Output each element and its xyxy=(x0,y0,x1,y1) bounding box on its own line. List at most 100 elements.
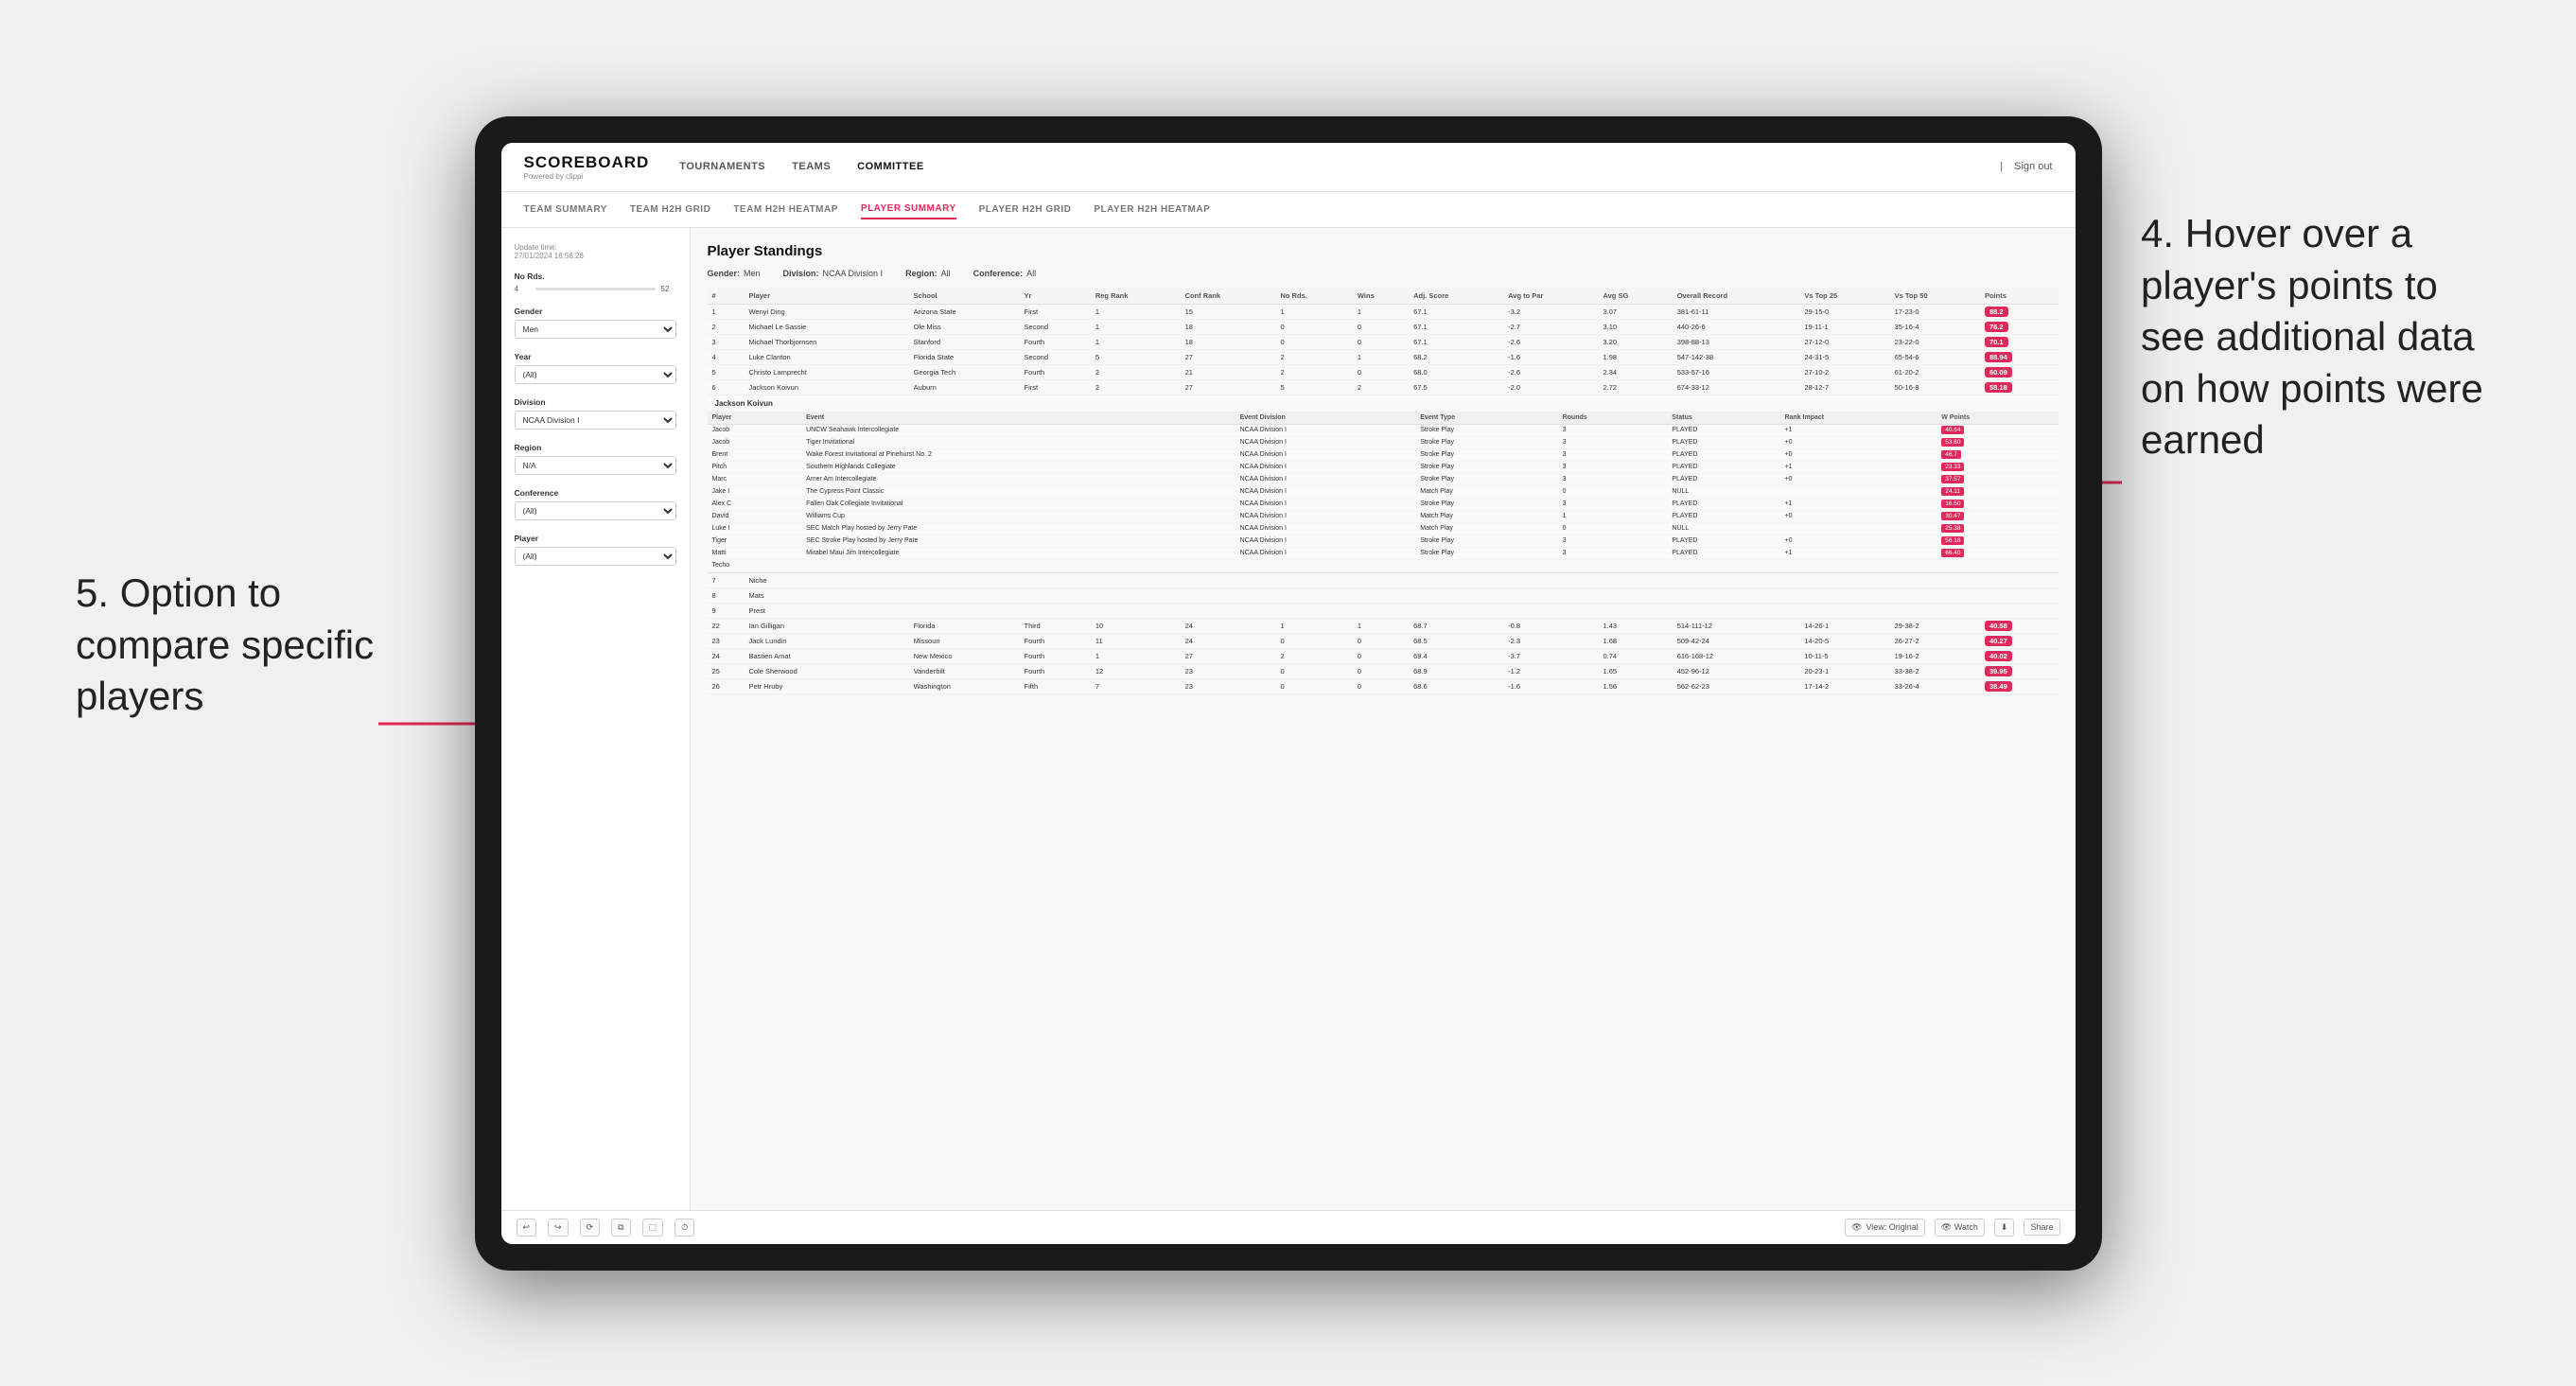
table-row: 6 Jackson Koivun Auburn First 2 27 5 2 6… xyxy=(708,379,2059,395)
right-panel: Player Standings Gender: Men Division: N… xyxy=(691,228,2076,1210)
points-badge[interactable]: 88.94 xyxy=(1985,352,2012,362)
nav-links: TOURNAMENTS TEAMS COMMITTEE xyxy=(679,157,2000,176)
sign-out-link[interactable]: Sign out xyxy=(2014,161,2052,172)
col-yr: Yr xyxy=(1020,288,1091,305)
year-select[interactable]: (All) xyxy=(515,365,676,384)
filter-conference: Conference: All xyxy=(973,269,1037,278)
col-to-par: Avg to Par xyxy=(1503,288,1598,305)
range-row: 4 52 xyxy=(515,285,676,293)
col-num: # xyxy=(708,288,745,305)
annotation-4: 4. Hover over a player's points to see a… xyxy=(2141,208,2500,466)
filters-row: Gender: Men Division: NCAA Division I Re… xyxy=(708,269,2059,278)
tablet-frame: SCOREBOARD Powered by clippi TOURNAMENTS… xyxy=(475,116,2102,1271)
sub-nav-player-summary[interactable]: PLAYER SUMMARY xyxy=(861,200,956,219)
annotation-5: 5. Option to compare specific players xyxy=(76,568,397,723)
sub-nav-team-h2h-heatmap[interactable]: TEAM H2H HEATMAP xyxy=(733,201,838,219)
paste-button[interactable]: ⬚ xyxy=(642,1219,664,1237)
points-badge[interactable]: 70.1 xyxy=(1985,337,2008,347)
division-select[interactable]: NCAA Division I xyxy=(515,411,676,430)
range-slider[interactable] xyxy=(535,288,656,290)
sidebar: Update time: 27/01/2024 16:56:26 No Rds.… xyxy=(501,228,691,1210)
region-label: Region xyxy=(515,443,676,452)
watch-icon: 👁 xyxy=(1941,1222,1952,1232)
table-header-row: # Player School Yr Reg Rank Conf Rank No… xyxy=(708,288,2059,305)
logo-area: SCOREBOARD Powered by clippi xyxy=(524,153,650,181)
tooltip-header-row: Jackson Koivun Player Event Event Divisi… xyxy=(708,395,2059,572)
table-row: 23 Jack Lundin Missouri Fourth 11 24 0 0… xyxy=(708,633,2059,648)
nav-tournaments[interactable]: TOURNAMENTS xyxy=(679,157,765,176)
col-overall: Overall Record xyxy=(1673,288,1800,305)
range-max: 52 xyxy=(661,285,676,293)
region-section: Region N/A xyxy=(515,443,676,475)
col-adj-score: Adj. Score xyxy=(1409,288,1503,305)
table-row: 7 Niche xyxy=(708,572,2059,588)
col-player: Player xyxy=(744,288,908,305)
col-vs-top50: Vs Top 50 xyxy=(1890,288,1980,305)
nav-committee[interactable]: COMMITTEE xyxy=(857,157,924,176)
sub-nav-team-h2h-grid[interactable]: TEAM H2H GRID xyxy=(630,201,710,219)
download-button[interactable]: ⬇ xyxy=(1994,1219,2015,1237)
view-button[interactable]: 👁 View: Original xyxy=(1845,1219,1925,1237)
top-nav: SCOREBOARD Powered by clippi TOURNAMENTS… xyxy=(501,143,2076,192)
points-badge[interactable]: 58.18 xyxy=(1985,382,2012,393)
filter-region: Region: All xyxy=(905,269,951,278)
no-rds-section: No Rds. 4 52 xyxy=(515,272,676,293)
no-rds-label: No Rds. xyxy=(515,272,676,281)
table-row: 5 Christo Lamprecht Georgia Tech Fourth … xyxy=(708,364,2059,379)
sub-nav-player-h2h-grid[interactable]: PLAYER H2H GRID xyxy=(979,201,1072,219)
points-badge[interactable]: 39.95 xyxy=(1985,666,2012,676)
nav-teams[interactable]: TEAMS xyxy=(792,157,831,176)
table-row: 22 Ian Gilligan Florida Third 10 24 1 1 … xyxy=(708,618,2059,633)
col-conf-rank: Conf Rank xyxy=(1181,288,1276,305)
points-badge[interactable]: 40.02 xyxy=(1985,651,2012,661)
table-row: 8 Mats xyxy=(708,588,2059,603)
time-button[interactable]: ⏱ xyxy=(675,1219,694,1237)
year-label: Year xyxy=(515,352,676,361)
sub-nav-team-summary[interactable]: TEAM SUMMARY xyxy=(524,201,607,219)
redo-button[interactable]: ↪ xyxy=(548,1219,569,1237)
table-row: 3 Michael Thorbjornsen Stanford Fourth 1… xyxy=(708,334,2059,349)
share-label: Share xyxy=(2030,1222,2053,1232)
view-icon: 👁 xyxy=(1851,1222,1862,1233)
player-select[interactable]: (All) xyxy=(515,547,676,566)
undo-button[interactable]: ↩ xyxy=(517,1219,537,1237)
gender-select[interactable]: Men Women xyxy=(515,320,676,339)
share-button[interactable]: Share xyxy=(2024,1219,2059,1236)
gender-section: Gender Men Women xyxy=(515,307,676,339)
col-avg-sg: Avg SG xyxy=(1599,288,1673,305)
view-label: View: Original xyxy=(1866,1222,1918,1232)
points-badge[interactable]: 40.27 xyxy=(1985,636,2012,646)
points-badge[interactable]: 38.49 xyxy=(1985,681,2012,692)
points-badge[interactable]: 88.2 xyxy=(1985,307,2008,317)
col-no-rds: No Rds. xyxy=(1275,288,1352,305)
sub-nav-player-h2h-heatmap[interactable]: PLAYER H2H HEATMAP xyxy=(1094,201,1210,219)
conference-select[interactable]: (All) xyxy=(515,501,676,520)
table-row: 1 Wenyi Ding Arizona State First 1 15 1 … xyxy=(708,304,2059,319)
table-row: 9 Prest xyxy=(708,603,2059,618)
filter-gender: Gender: Men xyxy=(708,269,761,278)
watch-label: Watch xyxy=(1954,1222,1978,1232)
standings-table: # Player School Yr Reg Rank Conf Rank No… xyxy=(708,288,2059,694)
points-badge[interactable]: 40.58 xyxy=(1985,621,2012,631)
reset-button[interactable]: ⟳ xyxy=(580,1219,601,1237)
copy-button[interactable]: ⧉ xyxy=(611,1219,630,1237)
table-row: 2 Michael Le Sassie Ole Miss Second 1 18… xyxy=(708,319,2059,334)
conference-section: Conference (All) xyxy=(515,488,676,520)
col-points: Points xyxy=(1980,288,2059,305)
col-school: School xyxy=(909,288,1020,305)
watch-button[interactable]: 👁 Watch xyxy=(1935,1219,1985,1237)
nav-right: | Sign out xyxy=(2000,161,2052,172)
year-section: Year (All) xyxy=(515,352,676,384)
points-badge[interactable]: 76.2 xyxy=(1985,322,2008,332)
region-select[interactable]: N/A xyxy=(515,456,676,475)
table-row: 4 Luke Clanton Florida State Second 5 27… xyxy=(708,349,2059,364)
table-row: 26 Petr Hruby Washington Fifth 7 23 0 0 … xyxy=(708,678,2059,693)
table-row: 25 Cole Sherwood Vanderbilt Fourth 12 23… xyxy=(708,663,2059,678)
points-badge[interactable]: 60.09 xyxy=(1985,367,2012,377)
bottom-toolbar: ↩ ↪ ⟳ ⧉ ⬚ ⏱ 👁 View: Original 👁 Watch ⬇ S… xyxy=(501,1210,2076,1244)
logo-sub: Powered by clippi xyxy=(524,172,650,181)
player-label: Player xyxy=(515,534,676,543)
filter-division: Division: NCAA Division I xyxy=(783,269,884,278)
tablet-screen: SCOREBOARD Powered by clippi TOURNAMENTS… xyxy=(501,143,2076,1244)
col-wins: Wins xyxy=(1353,288,1409,305)
